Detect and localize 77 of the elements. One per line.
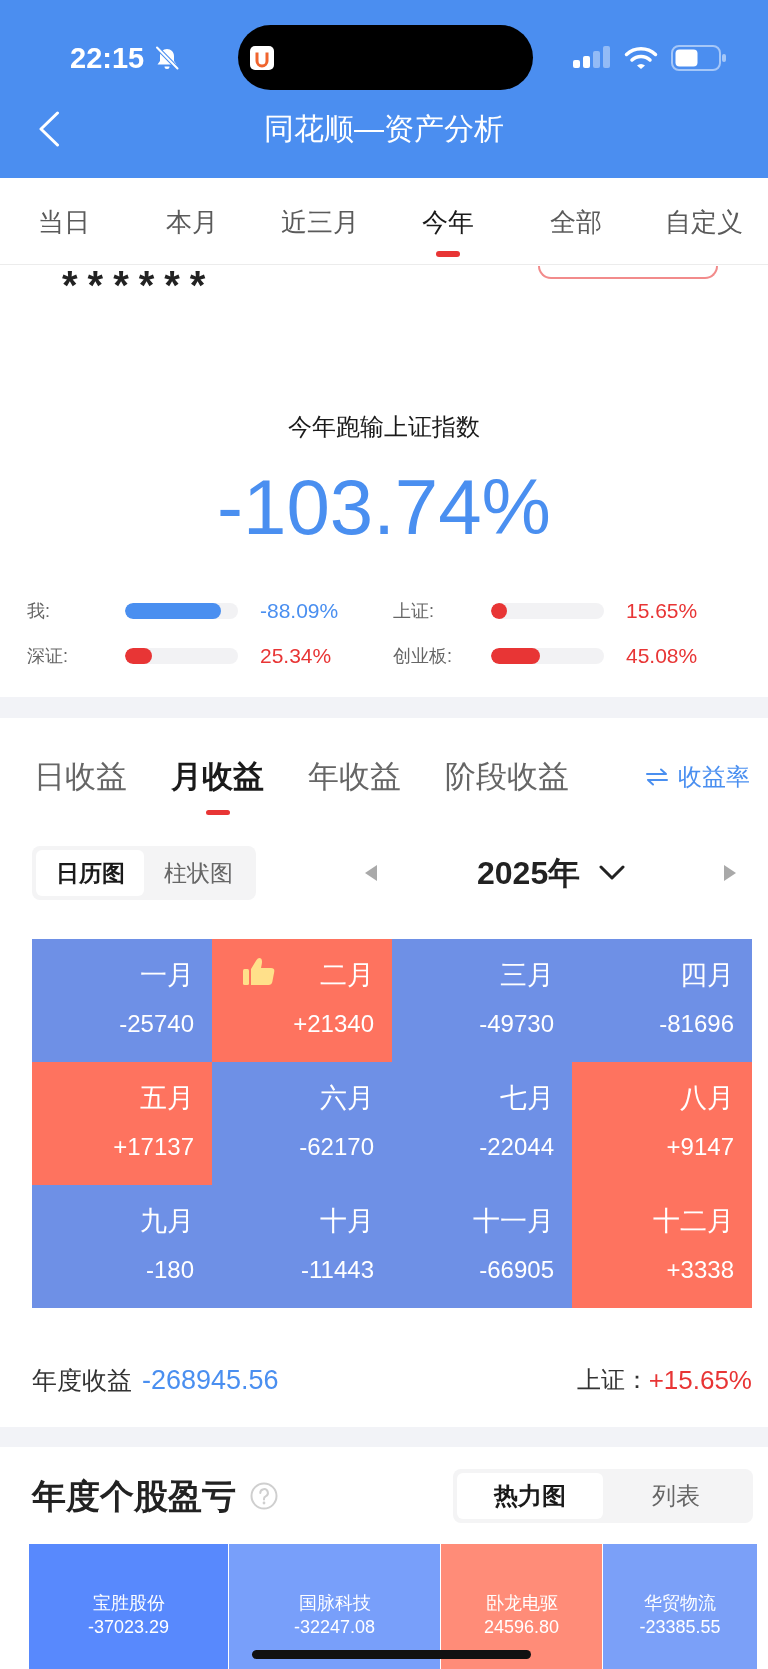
annual-label: 年度收益 <box>32 1364 132 1396</box>
comparison-label: 上证: <box>393 599 435 623</box>
comparison-label: 我: <box>27 599 51 623</box>
month-name: 二月 <box>320 959 374 992</box>
previous-year-icon[interactable] <box>365 865 377 881</box>
month-value: +17137 <box>113 1133 194 1161</box>
comparison-value: 25.34% <box>260 642 332 669</box>
period-tab[interactable]: 近三月 <box>256 178 384 264</box>
stock-name: 国脉科技 <box>298 1591 371 1615</box>
help-icon[interactable] <box>250 1482 278 1510</box>
stock-name: 宝胜股份 <box>92 1591 165 1615</box>
month-value: -81696 <box>659 1010 734 1038</box>
stock-value: -37023.29 <box>87 1615 170 1639</box>
return-difference: -103.74% <box>216 462 552 552</box>
stock-value: -23385.55 <box>639 1615 721 1639</box>
signal-icon <box>573 45 611 70</box>
comparison-value: 15.65% <box>626 597 698 624</box>
status-time: 22:15 <box>70 40 145 75</box>
benchmark-label: 上证： <box>576 1365 649 1395</box>
comparison-value: 45.08% <box>626 642 698 669</box>
comparison-value: -88.09% <box>260 597 339 624</box>
month-value: +3338 <box>666 1256 734 1284</box>
period-tab[interactable]: 当日 <box>0 178 128 264</box>
back-icon[interactable] <box>38 111 60 147</box>
swap-arrows-icon <box>645 768 669 786</box>
month-name: 八月 <box>680 1082 734 1115</box>
headline: 今年跑输上证指数 <box>287 412 481 442</box>
year-dropdown[interactable]: 2025年 <box>477 853 626 893</box>
period-tab[interactable]: 今年 <box>384 178 512 264</box>
period-tab[interactable]: 全部 <box>512 178 640 264</box>
chevron-down-icon <box>599 865 626 881</box>
month-value: -62170 <box>299 1133 374 1161</box>
month-value: -66905 <box>479 1256 554 1284</box>
month-value: -22044 <box>479 1133 554 1161</box>
profit-tab[interactable]: 年收益 <box>308 757 401 797</box>
view-option[interactable]: 列表 <box>603 1473 749 1519</box>
next-year-icon[interactable] <box>724 865 737 881</box>
view-option[interactable]: 日历图 <box>36 850 144 896</box>
month-name: 三月 <box>500 959 554 992</box>
outline-button[interactable] <box>538 266 718 279</box>
stock-value: -32247.08 <box>293 1615 376 1639</box>
period-tab[interactable]: 本月 <box>128 178 256 264</box>
battery-icon <box>671 44 727 71</box>
month-name: 五月 <box>140 1082 194 1115</box>
annual-value: -268945.56 <box>142 1364 279 1396</box>
month-name: 十一月 <box>473 1205 554 1238</box>
month-name: 七月 <box>500 1082 554 1115</box>
month-value: +9147 <box>666 1133 734 1161</box>
comparison-label: 深证: <box>27 644 69 668</box>
comparison-label: 创业板: <box>393 644 453 668</box>
month-name: 六月 <box>320 1082 374 1115</box>
month-name: 十二月 <box>653 1205 734 1238</box>
bell-slash-icon <box>154 45 181 70</box>
masked-amount: ****** <box>62 266 216 304</box>
view-option[interactable]: 热力图 <box>457 1473 603 1519</box>
month-value: -11443 <box>301 1256 374 1284</box>
month-value: -25740 <box>119 1010 194 1038</box>
month-value: +21340 <box>293 1010 374 1038</box>
month-name: 十月 <box>320 1205 374 1238</box>
month-name: 一月 <box>140 959 194 992</box>
month-name: 四月 <box>680 959 734 992</box>
view-option[interactable]: 柱状图 <box>144 850 252 896</box>
wifi-icon <box>624 45 658 70</box>
app-icon <box>250 45 275 70</box>
profit-tab[interactable]: 日收益 <box>34 757 127 797</box>
page-title: 同花顺—资产分析 <box>264 111 504 147</box>
month-value: -49730 <box>479 1010 554 1038</box>
benchmark-value: +15.65% <box>648 1364 752 1396</box>
stock-name: 华贸物流 <box>644 1591 716 1615</box>
month-name: 九月 <box>140 1205 194 1238</box>
section-title: 年度个股盈亏 <box>32 1476 236 1517</box>
stock-value: 24596.80 <box>483 1615 560 1639</box>
stock-name: 卧龙电驱 <box>485 1591 558 1615</box>
profit-tab[interactable]: 阶段收益 <box>445 757 569 797</box>
period-tab[interactable]: 自定义 <box>640 178 768 264</box>
month-value: -180 <box>145 1256 194 1284</box>
profit-tab[interactable]: 月收益 <box>171 757 264 815</box>
